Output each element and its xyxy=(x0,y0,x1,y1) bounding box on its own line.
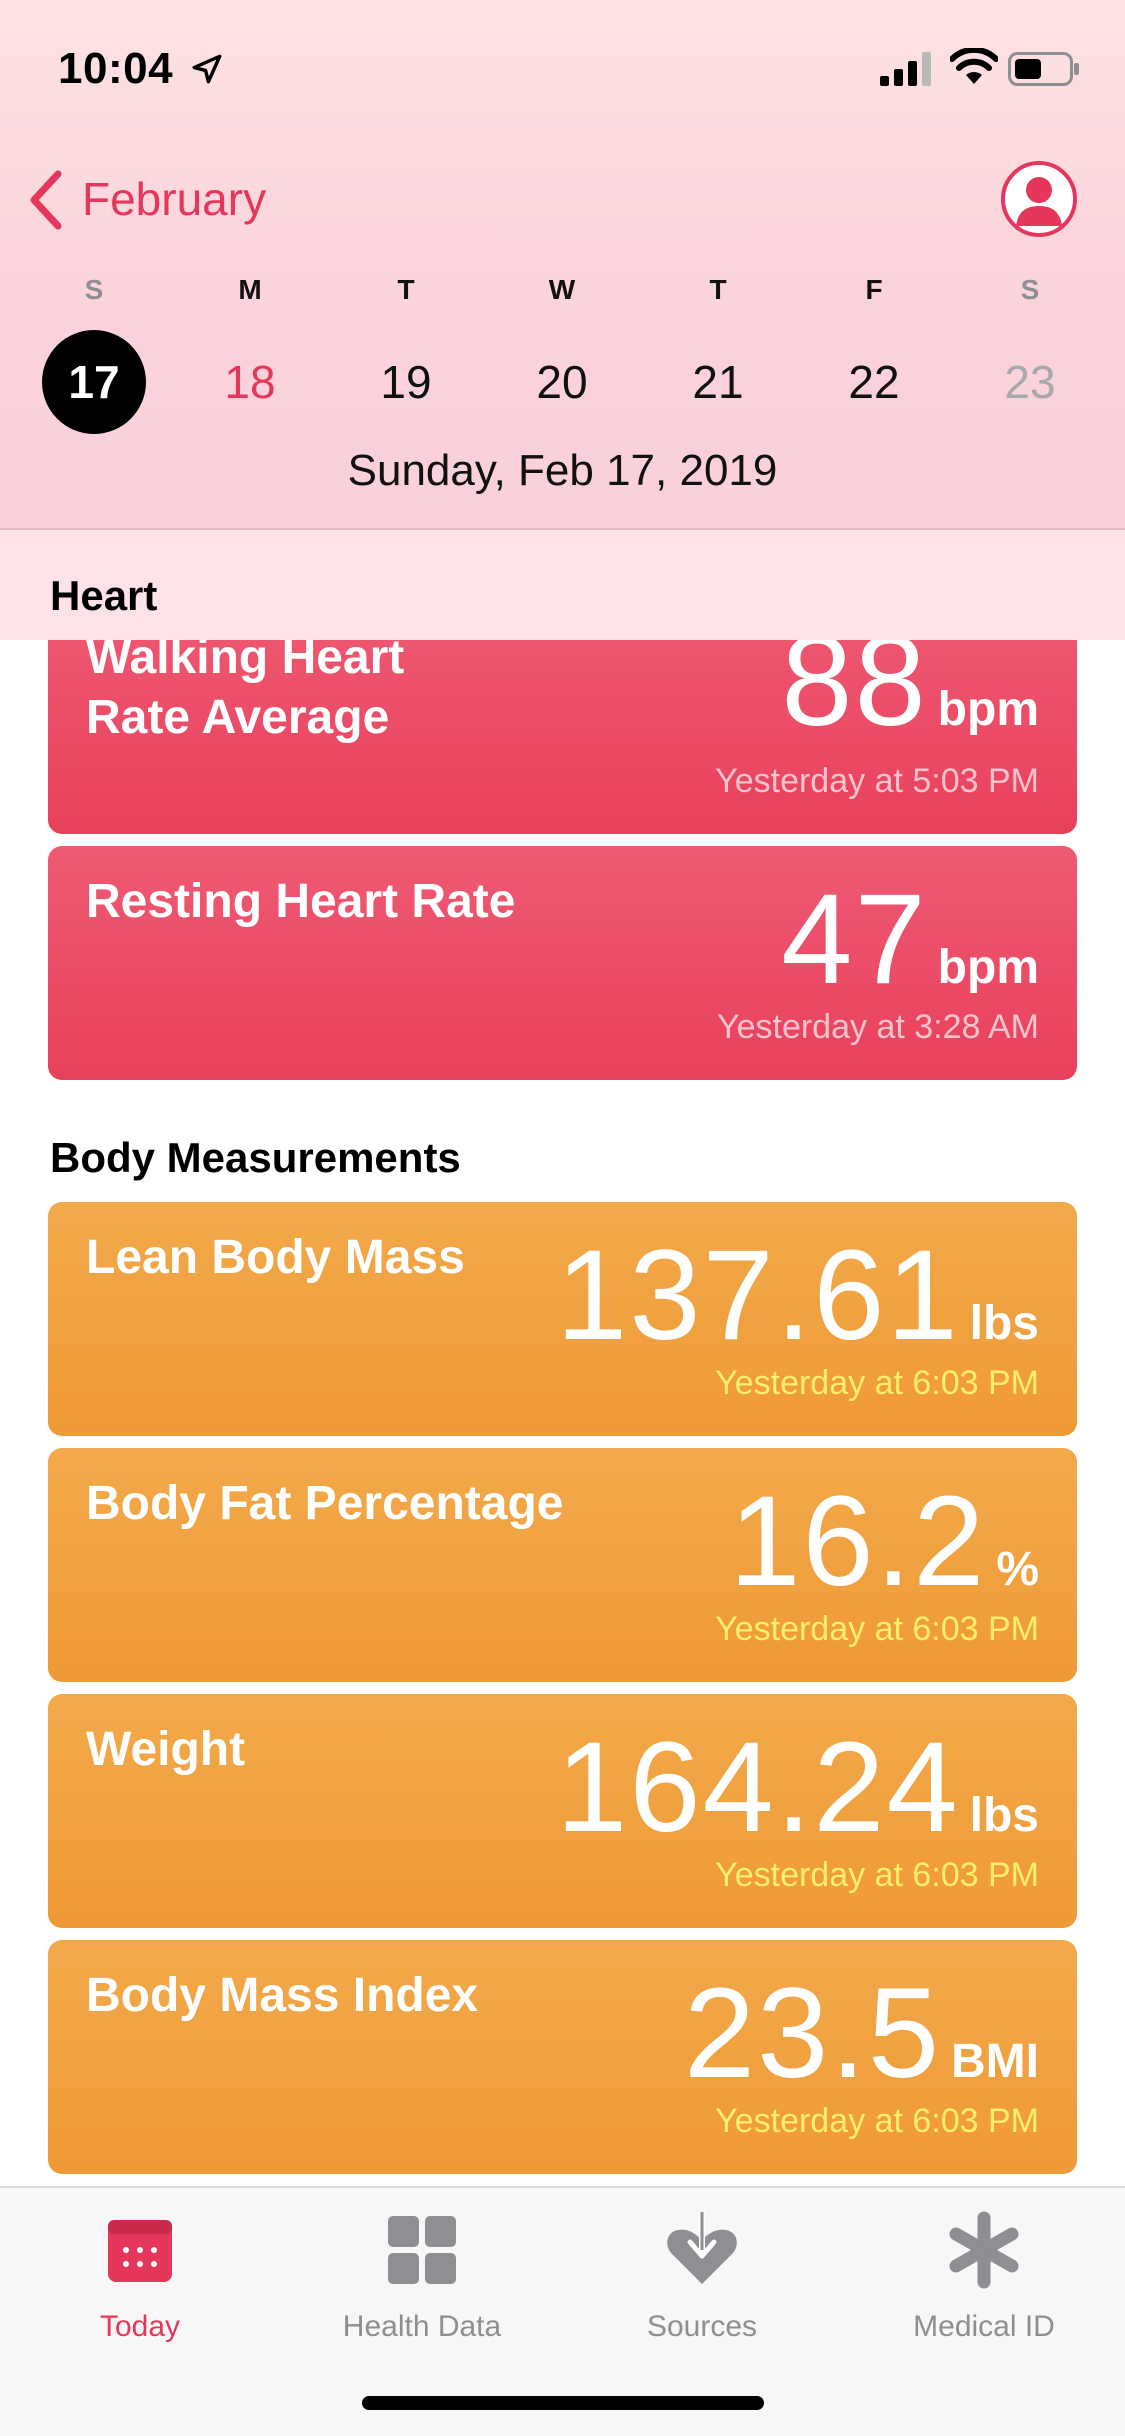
cellular-signal-icon xyxy=(880,52,931,86)
date-21[interactable]: 21 xyxy=(666,330,770,434)
calendar-header: 10:04 February S M T W T F S 17 18 19 20… xyxy=(0,0,1125,530)
home-indicator[interactable] xyxy=(362,2396,764,2410)
card-value-unit: bpm xyxy=(937,683,1039,736)
lean-body-mass-card[interactable]: Lean Body Mass 137.61 lbs Yesterday at 6:… xyxy=(48,1202,1077,1436)
weekday-label: M xyxy=(238,274,262,305)
calendar-icon xyxy=(108,2220,172,2282)
card-timestamp: Yesterday at 6:03 PM xyxy=(715,1364,1039,1402)
weekday-label: T xyxy=(709,274,727,305)
back-button-label[interactable]: February xyxy=(82,172,266,226)
selected-date-label: Sunday, Feb 17, 2019 xyxy=(347,446,778,495)
card-value-unit: lbs xyxy=(969,1297,1039,1350)
tab-label: Today xyxy=(99,2310,181,2343)
weekday-label: T xyxy=(397,274,415,305)
weekday-label: S xyxy=(84,274,104,305)
card-value-unit: lbs xyxy=(969,1789,1039,1842)
card-title: Body Mass Index xyxy=(86,1969,479,2022)
tab-label: Health Data xyxy=(342,2310,502,2343)
card-value-number: 23.5 xyxy=(683,1962,942,2105)
card-value-number: 137.61 xyxy=(556,1224,960,1367)
card-value: 23.5 BMI xyxy=(684,1960,1039,2107)
card-timestamp: Yesterday at 6:03 PM xyxy=(715,2102,1039,2140)
card-value-number: 16.2 xyxy=(729,1470,987,1613)
weight-card[interactable]: Weight 164.24 lbs Yesterday at 6:03 PM xyxy=(48,1694,1077,1928)
date-18-today[interactable]: 18 xyxy=(198,330,302,434)
weekday-label: F xyxy=(865,274,883,305)
date-23: 23 xyxy=(1004,356,1056,408)
card-timestamp: Yesterday at 3:28 AM xyxy=(717,1008,1039,1046)
card-value-number: 47 xyxy=(781,868,928,1011)
tab-label: Sources xyxy=(646,2310,758,2343)
heart-section-header: Heart xyxy=(0,530,1125,640)
card-value: 164.24 lbs xyxy=(556,1714,1039,1861)
section-title-body-measurements: Body Measurements xyxy=(50,1134,461,1181)
card-timestamp: Yesterday at 5:03 PM xyxy=(715,762,1039,800)
tab-label: Medical ID xyxy=(913,2310,1055,2343)
card-value-number: 164.24 xyxy=(556,1716,960,1859)
card-value-unit: bpm xyxy=(937,941,1039,994)
card-timestamp: Yesterday at 6:03 PM xyxy=(715,1856,1039,1894)
asterisk-icon xyxy=(949,2211,1019,2289)
tab-medical-id[interactable]: Medical ID xyxy=(864,2210,1104,2360)
card-value-unit: BMI xyxy=(951,2035,1039,2088)
card-value: 16.2% xyxy=(729,1468,1039,1615)
card-value: 137.61 lbs xyxy=(556,1222,1039,1369)
date-17-selected[interactable]: 17 xyxy=(42,330,146,434)
profile-icon[interactable] xyxy=(1000,160,1078,238)
card-title-line2: Rate Average xyxy=(86,691,390,744)
card-title: Lean Body Mass xyxy=(86,1231,465,1284)
back-chevron-icon[interactable] xyxy=(26,168,66,232)
card-timestamp: Yesterday at 6:03 PM xyxy=(715,1610,1039,1648)
date-row: 17 18 19 20 21 22 23 xyxy=(0,330,1125,434)
card-title: Body Fat Percentage xyxy=(86,1477,564,1530)
card-value-unit: % xyxy=(996,1543,1039,1596)
tab-health-data[interactable]: Health Data xyxy=(302,2210,542,2360)
body-fat-percentage-card[interactable]: Body Fat Percentage 16.2% Yesterday at 6… xyxy=(48,1448,1077,1682)
date-20[interactable]: 20 xyxy=(510,330,614,434)
tab-today[interactable]: Today xyxy=(20,2210,260,2360)
card-title: Resting Heart Rate xyxy=(86,875,516,928)
weekday-label: W xyxy=(548,274,576,305)
tab-sources[interactable]: Sources xyxy=(582,2210,822,2360)
card-title: Weight xyxy=(86,1723,246,1776)
weekday-label: S xyxy=(1020,274,1040,305)
wifi-icon xyxy=(950,48,998,84)
status-time: 10:04 xyxy=(58,44,174,93)
date-19[interactable]: 19 xyxy=(354,330,458,434)
grid-icon xyxy=(388,2216,456,2284)
resting-heart-rate-card[interactable]: Resting Heart Rate 47 bpm Yesterday at 3:… xyxy=(48,846,1077,1080)
body-mass-index-card[interactable]: Body Mass Index 23.5 BMI Yesterday at 6:0… xyxy=(48,1940,1077,2174)
date-22[interactable]: 22 xyxy=(822,330,926,434)
weekday-row: S M T W T F S xyxy=(0,274,1125,314)
section-title-heart: Heart xyxy=(50,572,158,619)
heart-download-icon xyxy=(667,2212,737,2284)
location-arrow-icon xyxy=(192,54,222,84)
battery-icon xyxy=(1008,52,1079,86)
card-value: 47 bpm xyxy=(781,866,1039,1013)
